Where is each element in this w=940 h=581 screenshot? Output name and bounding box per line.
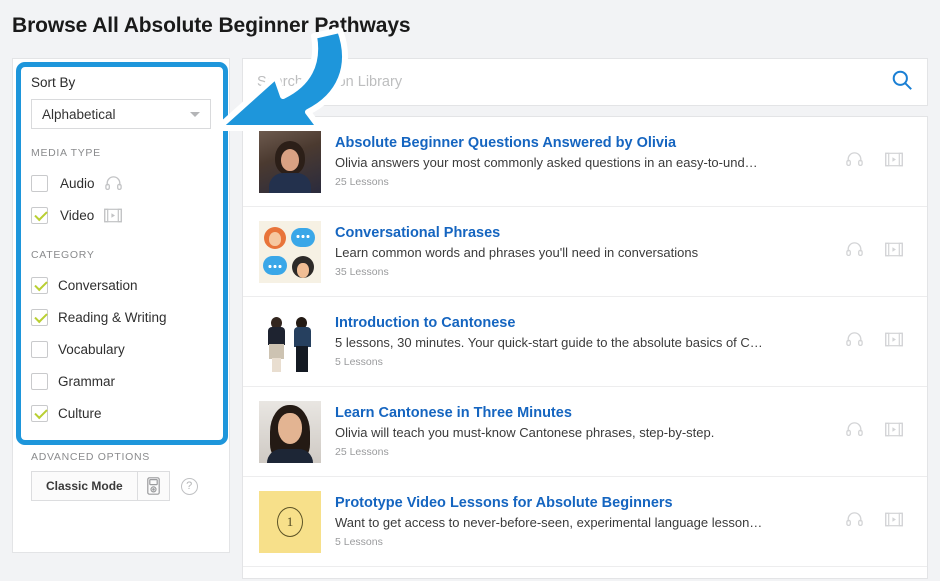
search-icon[interactable] (891, 69, 913, 96)
film-icon[interactable] (885, 242, 903, 262)
film-icon[interactable] (885, 332, 903, 352)
lesson-row[interactable]: 1 Prototype Video Lessons for Absolute B… (243, 477, 927, 567)
filter-label-grammar: Grammar (58, 373, 115, 389)
lesson-row[interactable]: Absolute Beginner Questions Answered by … (243, 117, 927, 207)
headphones-icon (104, 176, 122, 190)
chevron-down-icon (190, 112, 200, 117)
filter-option-vocabulary[interactable]: Vocabulary (31, 333, 211, 365)
lesson-media-icons (846, 242, 911, 262)
lesson-title[interactable]: Introduction to Cantonese (335, 315, 846, 331)
headphones-icon[interactable] (846, 332, 863, 351)
headphones-icon[interactable] (846, 242, 863, 261)
main-panel: Absolute Beginner Questions Answered by … (242, 58, 928, 581)
lesson-title[interactable]: Prototype Video Lessons for Absolute Beg… (335, 495, 846, 511)
lesson-count: 5 Lessons (335, 536, 383, 548)
filter-label-audio: Audio (60, 175, 95, 191)
filter-option-video[interactable]: Video (31, 199, 211, 231)
filter-option-grammar[interactable]: Grammar (31, 365, 211, 397)
page-title: Browse All Absolute Beginner Pathways (12, 14, 411, 37)
lesson-media-icons (846, 512, 911, 532)
headphones-icon[interactable] (846, 152, 863, 171)
question-mark-icon[interactable]: ? (180, 477, 198, 495)
lesson-count: 35 Lessons (335, 266, 389, 278)
ipod-icon[interactable] (136, 472, 169, 500)
lesson-title[interactable]: Conversational Phrases (335, 225, 846, 241)
sort-by-value: Alphabetical (42, 106, 116, 122)
media-type-label: MEDIA TYPE (31, 147, 101, 159)
film-icon[interactable] (885, 422, 903, 442)
lesson-thumbnail (259, 310, 321, 373)
lesson-thumbnail: 1 (259, 490, 321, 553)
film-icon (104, 208, 123, 223)
advanced-options-label: ADVANCED OPTIONS (31, 451, 150, 463)
filter-option-reading-writing[interactable]: Reading & Writing (31, 301, 211, 333)
lesson-description: Want to get access to never-before-seen,… (335, 515, 763, 530)
filter-label-reading-writing: Reading & Writing (58, 309, 167, 325)
filter-label-vocabulary: Vocabulary (58, 341, 125, 357)
filter-label-video: Video (60, 207, 95, 223)
lesson-title[interactable]: Learn Cantonese in Three Minutes (335, 405, 846, 421)
category-label: CATEGORY (31, 249, 95, 261)
lesson-row[interactable]: Conversational Phrases Learn common word… (243, 207, 927, 297)
lesson-media-icons (846, 422, 911, 442)
lesson-thumbnail (259, 130, 321, 193)
checkbox-culture[interactable] (31, 404, 48, 422)
film-icon[interactable] (885, 152, 903, 172)
content-area: Sort By Alphabetical MEDIA TYPE Audio Vi… (12, 58, 928, 581)
lesson-thumbnail (259, 400, 321, 463)
lesson-description: Learn common words and phrases you'll ne… (335, 245, 699, 260)
classic-mode-label: Classic Mode (46, 479, 123, 493)
thumbnail-number: 1 (277, 506, 303, 537)
lesson-count: 5 Lessons (335, 356, 383, 368)
lesson-thumbnail (259, 220, 321, 283)
checkbox-reading-writing[interactable] (31, 308, 48, 326)
page-root: Browse All Absolute Beginner Pathways So… (0, 0, 940, 581)
filter-option-culture[interactable]: Culture (31, 397, 211, 429)
lesson-list: Absolute Beginner Questions Answered by … (242, 116, 928, 579)
lesson-description: Olivia will teach you must-know Cantones… (335, 425, 715, 440)
lesson-count: 25 Lessons (335, 446, 389, 458)
lesson-media-icons (846, 332, 911, 352)
checkbox-vocabulary[interactable] (31, 340, 48, 358)
headphones-icon[interactable] (846, 422, 863, 441)
checkbox-video[interactable] (31, 206, 48, 224)
lesson-media-icons (846, 152, 911, 172)
filter-sidebar: Sort By Alphabetical MEDIA TYPE Audio Vi… (12, 58, 230, 553)
checkbox-grammar[interactable] (31, 372, 48, 390)
filter-option-audio[interactable]: Audio (31, 167, 211, 199)
sort-by-label: Sort By (31, 75, 76, 90)
lesson-title[interactable]: Absolute Beginner Questions Answered by … (335, 135, 846, 151)
advanced-options-row: Classic Mode ? (31, 471, 211, 501)
lesson-count: 25 Lessons (335, 176, 389, 188)
search-bar[interactable] (242, 58, 928, 106)
lesson-row[interactable]: Learn Cantonese in Three Minutes Olivia … (243, 387, 927, 477)
lesson-row[interactable]: Introduction to Cantonese 5 lessons, 30 … (243, 297, 927, 387)
filter-label-culture: Culture (58, 405, 102, 421)
checkbox-conversation[interactable] (31, 276, 48, 294)
lesson-description: 5 lessons, 30 minutes. Your quick-start … (335, 335, 763, 350)
headphones-icon[interactable] (846, 512, 863, 531)
search-input[interactable] (257, 74, 891, 90)
filter-option-conversation[interactable]: Conversation (31, 269, 211, 301)
filter-label-conversation: Conversation (58, 277, 138, 293)
lesson-description: Olivia answers your most commonly asked … (335, 155, 758, 170)
checkbox-audio[interactable] (31, 174, 48, 192)
classic-mode-button[interactable]: Classic Mode (31, 471, 170, 501)
sort-by-select[interactable]: Alphabetical (31, 99, 211, 129)
film-icon[interactable] (885, 512, 903, 532)
